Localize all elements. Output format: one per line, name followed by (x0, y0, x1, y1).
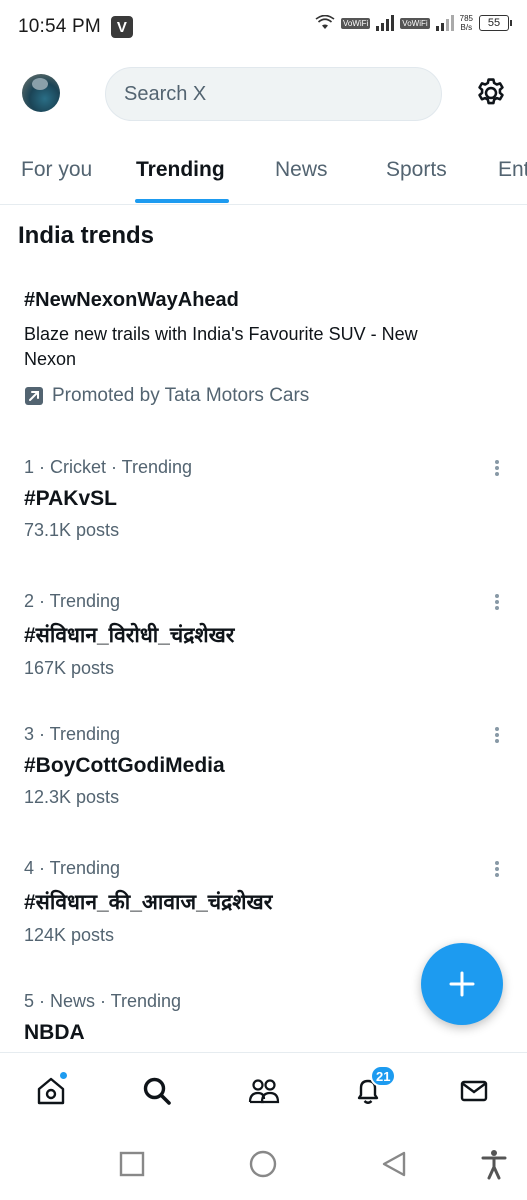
recents-icon[interactable] (116, 1148, 148, 1180)
trend-item[interactable]: 4 · Trending #संविधान_की_आवाज_चंद्रशेखर … (24, 858, 504, 958)
trend-name: #संविधान_विरोधी_चंद्रशेखर (24, 624, 235, 647)
communities-icon (248, 1079, 280, 1104)
more-options-icon[interactable] (490, 856, 504, 882)
more-options-icon[interactable] (490, 722, 504, 748)
trend-name: #PAKvSL (24, 487, 117, 510)
promoted-by-text: Promoted by Tata Motors Cars (52, 385, 310, 406)
trend-posts: 12.3K posts (24, 787, 120, 807)
compose-button[interactable] (421, 943, 503, 1025)
nav-home[interactable] (31, 1071, 71, 1111)
trend-item[interactable]: 2 · Trending #संविधान_विरोधी_चंद्रशेखर 1… (24, 591, 504, 691)
promoted-description: Blaze new trails with India's Favourite … (24, 324, 418, 369)
status-indicators: VoWiFi VoWiFi 785 B/s 55 (315, 14, 512, 32)
signal-bars-1-icon (376, 15, 395, 31)
bottom-nav: 21 (0, 1052, 527, 1122)
accessibility-icon[interactable] (478, 1148, 510, 1180)
search-box[interactable] (105, 67, 442, 121)
gear-icon[interactable] (474, 76, 508, 110)
nav-notifications[interactable]: 21 (348, 1065, 397, 1111)
tab-sports[interactable]: Sports (386, 158, 447, 182)
mail-icon (460, 1080, 488, 1102)
trend-posts: 167K posts (24, 658, 115, 678)
trend-meta: 1 · Cricket · Trending (24, 457, 193, 477)
net-speed-unit: B/s (460, 23, 473, 32)
vowifi-tag-1: VoWiFi (340, 17, 371, 29)
trend-item[interactable]: 3 · Trending #BoyCottGodiMedia 12.3K pos… (24, 724, 504, 824)
signal-bars-2-icon (435, 15, 454, 31)
trend-name: #BoyCottGodiMedia (24, 754, 225, 777)
status-bar: 10:54 PM V VoWiFi VoWiFi 785 B/s 55 (0, 0, 527, 54)
trend-posts: 124K posts (24, 925, 115, 945)
search-input[interactable] (124, 82, 441, 106)
more-options-icon[interactable] (490, 589, 504, 615)
tab-trending[interactable]: Trending (136, 158, 225, 182)
battery-icon: 55 (479, 15, 512, 31)
trend-meta: 3 · Trending (24, 724, 121, 744)
trend-name: NBDA (24, 1021, 85, 1044)
home-circle-icon[interactable] (247, 1148, 279, 1180)
search-icon (143, 1077, 171, 1105)
trend-item[interactable]: 1 · Cricket · Trending #PAKvSL 73.1K pos… (24, 457, 504, 557)
status-time: 10:54 PM (18, 16, 101, 37)
vowifi-tag-2: VoWiFi (400, 17, 430, 29)
wifi-icon (315, 15, 335, 29)
notifications-badge: 21 (370, 1065, 397, 1087)
tab-for-you[interactable]: For you (21, 158, 92, 182)
promoted-by-line: Promoted by Tata Motors Cars (24, 385, 494, 407)
tab-news[interactable]: News (275, 158, 328, 182)
net-speed-value: 785 (459, 14, 473, 23)
avatar[interactable] (22, 74, 60, 112)
more-options-icon[interactable] (490, 455, 504, 481)
trend-name: #संविधान_की_आवाज_चंद्रशेखर (24, 891, 273, 914)
home-unread-dot (59, 1071, 68, 1080)
trend-meta: 2 · Trending (24, 591, 121, 611)
back-icon[interactable] (378, 1148, 410, 1180)
top-header (0, 62, 527, 126)
nav-search[interactable] (137, 1071, 177, 1111)
promoted-hashtag: #NewNexonWayAhead (24, 289, 239, 311)
promoted-trend[interactable]: #NewNexonWayAhead Blaze new trails with … (24, 289, 494, 407)
system-nav-bar (0, 1125, 527, 1200)
explore-tabs: For you Trending News Sports Ent (0, 142, 527, 205)
carrier-badge: V (110, 16, 133, 38)
battery-level: 55 (487, 17, 501, 29)
nav-messages[interactable] (454, 1071, 494, 1111)
tab-entertainment[interactable]: Ent (498, 158, 527, 182)
trend-posts: 73.1K posts (24, 520, 120, 540)
section-title: India trends (18, 222, 155, 249)
promoted-icon (25, 387, 43, 405)
net-speed: 785 B/s (460, 14, 473, 32)
plus-icon (449, 971, 475, 997)
trend-meta: 4 · Trending (24, 858, 121, 878)
nav-communities[interactable] (244, 1071, 284, 1111)
active-tab-indicator (135, 199, 229, 203)
